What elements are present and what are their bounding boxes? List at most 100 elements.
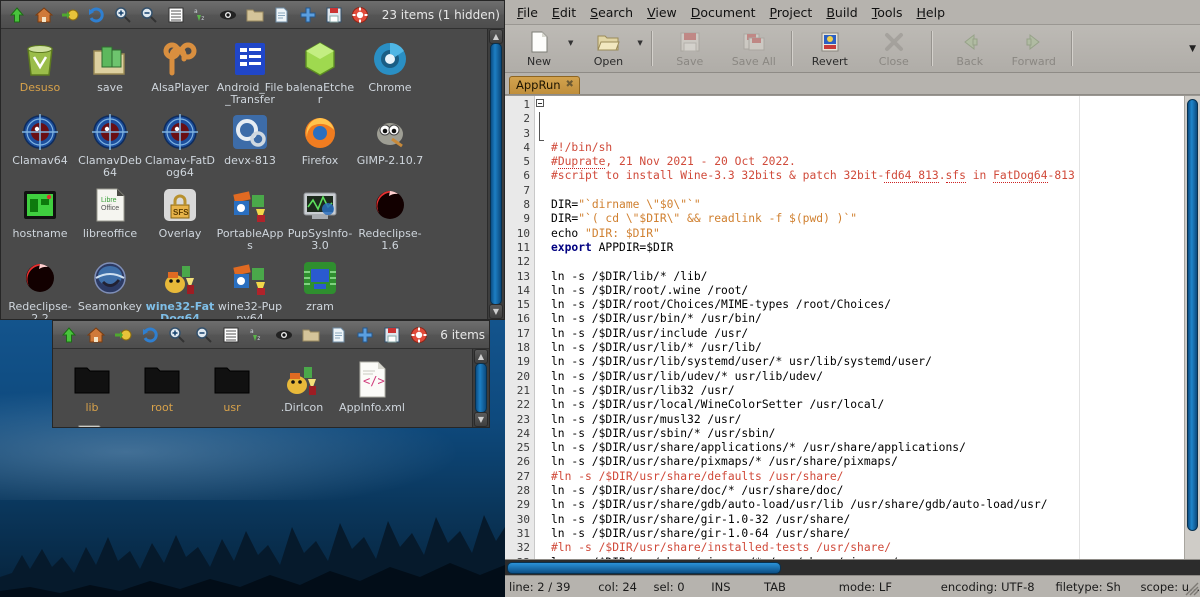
menu-edit[interactable]: Edit: [545, 2, 583, 23]
show-hidden-icon[interactable]: [272, 323, 297, 347]
refresh-icon[interactable]: [138, 323, 163, 347]
desktop-icon-usr[interactable]: usr: [197, 353, 267, 415]
menu-project[interactable]: Project: [763, 2, 820, 23]
tab-apprun[interactable]: AppRun ✖: [509, 76, 580, 94]
toolbar-save-all-button[interactable]: Save All: [722, 25, 786, 72]
sort-icon[interactable]: az: [245, 323, 270, 347]
menu-build[interactable]: Build: [819, 2, 864, 23]
toolbar-open-button[interactable]: Open: [576, 25, 640, 72]
code-line[interactable]: ln -s /$DIR/usr/lib32 /usr/: [551, 384, 1200, 398]
zoom-in-icon[interactable]: [165, 323, 190, 347]
add-icon[interactable]: [353, 323, 378, 347]
new-folder-icon[interactable]: [243, 3, 267, 27]
toolbar-close-button[interactable]: Close: [862, 25, 926, 72]
code-fold-margin[interactable]: [535, 96, 547, 559]
new-file-icon[interactable]: [326, 323, 351, 347]
desktop-icon-devx-813[interactable]: devx-813: [215, 106, 285, 179]
close-icon[interactable]: ✖: [566, 80, 574, 90]
scroll-up-arrow[interactable]: ▲: [474, 349, 488, 364]
file-manager-toolbar-apprun[interactable]: az 6 items: [53, 321, 489, 349]
code-line[interactable]: ln -s /$DIR/usr/sbin/* /usr/sbin/: [551, 427, 1200, 441]
desktop-icon-alsaplayer[interactable]: AlsaPlayer: [145, 33, 215, 106]
toolbar-revert-button[interactable]: Revert: [798, 25, 862, 72]
code-line[interactable]: ln -s /$DIR/usr/lib/udev/* usr/lib/udev/: [551, 370, 1200, 384]
code-line[interactable]: ln -s /$DIR/usr/bin/* /usr/bin/: [551, 312, 1200, 326]
desktop-icon-clamav-fatdog64[interactable]: Clamav-FatDog64: [145, 106, 215, 179]
code-line[interactable]: ln -s /$DIR/root/.wine /root/: [551, 284, 1200, 298]
scroll-down-arrow[interactable]: ▼: [474, 412, 488, 427]
new-file-icon[interactable]: [269, 3, 293, 27]
code-text[interactable]: #!/bin/sh #Duprate, 21 Nov 2021 - 20 Oct …: [547, 96, 1200, 559]
desktop-icon-wine32-puppy64[interactable]: wine32-Puppy64: [215, 252, 285, 319]
toolbar-new-button[interactable]: New: [507, 25, 571, 72]
code-line[interactable]: DIR="`( cd \"$DIR\" && readlink -f $(pwd…: [551, 212, 1200, 226]
code-line[interactable]: ln -s /$DIR/usr/lib/systemd/user/* usr/l…: [551, 355, 1200, 369]
code-line[interactable]: #ln -s /$DIR/usr/share/installed-tests /…: [551, 541, 1200, 555]
code-line[interactable]: ln -s /$DIR/usr/musl32 /usr/: [551, 413, 1200, 427]
resize-grip-icon[interactable]: [1185, 582, 1199, 596]
scroll-down-arrow[interactable]: ▼: [489, 304, 503, 319]
bookmarks-icon[interactable]: [111, 323, 136, 347]
toolbar-save-button[interactable]: Save: [658, 25, 722, 72]
save-icon[interactable]: [322, 3, 346, 27]
help-icon[interactable]: [406, 323, 431, 347]
desktop-icon-redeclipse-2-2[interactable]: Redeclipse-2.2: [5, 252, 75, 319]
home-icon[interactable]: [31, 3, 55, 27]
scrollbar-thumb[interactable]: [507, 562, 781, 574]
desktop-icon-apprun[interactable]: >_AppRun: [57, 415, 127, 427]
code-line[interactable]: ln -s /$DIR/usr/share/applications/* /us…: [551, 441, 1200, 455]
list-view-icon[interactable]: [218, 323, 243, 347]
scroll-up-arrow[interactable]: ▲: [489, 29, 503, 44]
code-line[interactable]: ln -s /$DIR/usr/share/doc/* /usr/share/d…: [551, 484, 1200, 498]
desktop-icon-desuso[interactable]: Desuso: [5, 33, 75, 106]
sort-icon[interactable]: az: [190, 3, 214, 27]
code-line[interactable]: echo "DIR: $DIR": [551, 227, 1200, 241]
file-manager-toolbar-main[interactable]: az 23 items (1 hidden): [1, 1, 504, 29]
bookmarks-icon[interactable]: [58, 3, 82, 27]
desktop-icon-wine32-fatdog64[interactable]: wine32-FatDog64: [145, 252, 215, 319]
scrollbar-thumb[interactable]: [475, 363, 487, 413]
add-icon[interactable]: [295, 3, 319, 27]
code-line[interactable]: DIR="`dirname \"$0\"`": [551, 198, 1200, 212]
menu-bar[interactable]: File Edit Search View Document Project Build To…: [505, 0, 1200, 25]
code-line[interactable]: ln -s /$DIR/usr/include /usr/: [551, 327, 1200, 341]
desktop-icon-firefox[interactable]: Firefox: [285, 106, 355, 179]
code-line[interactable]: #Duprate, 21 Nov 2021 - 20 Oct 2022.: [551, 155, 1200, 170]
code-line[interactable]: ln -s /$DIR/usr/local/WineColorSetter /u…: [551, 398, 1200, 412]
desktop-icon-appinfo-xml[interactable]: </> AppInfo.xml: [337, 353, 407, 415]
desktop-icon-clamav64[interactable]: Clamav64: [5, 106, 75, 179]
menu-tools[interactable]: Tools: [865, 2, 910, 23]
code-line[interactable]: ln -s /$DIR/usr/share/gdb/auto-load/usr/…: [551, 498, 1200, 512]
up-icon[interactable]: [57, 323, 82, 347]
code-line[interactable]: ln -s /$DIR/usr/share/gir-1.0-32 /usr/sh…: [551, 513, 1200, 527]
zoom-out-icon[interactable]: [137, 3, 161, 27]
file-manager-window-main[interactable]: az 23 items (1 hidden) Desuso save AlsaP…: [0, 0, 505, 320]
up-icon[interactable]: [5, 3, 29, 27]
desktop-icon-root[interactable]: root: [127, 353, 197, 415]
file-manager-scrollbar-apprun[interactable]: ▲ ▼: [472, 349, 489, 427]
menu-file[interactable]: File: [510, 2, 545, 23]
geany-editor-window[interactable]: File Edit Search View Document Project Build To…: [505, 0, 1200, 597]
desktop-icon-save[interactable]: save: [75, 33, 145, 106]
file-manager-scrollbar-main[interactable]: ▲ ▼: [487, 29, 504, 319]
document-tabstrip[interactable]: AppRun ✖: [505, 73, 1200, 95]
code-line[interactable]: [551, 184, 1200, 198]
menu-document[interactable]: Document: [684, 2, 763, 23]
desktop-icon-zram[interactable]: zram: [285, 252, 355, 319]
editor-horizontal-scrollbar[interactable]: [505, 559, 1200, 575]
desktop-icon-chrome[interactable]: Chrome: [355, 33, 425, 106]
code-line[interactable]: ln -s /$DIR/usr/share/pixmaps/* /usr/sha…: [551, 455, 1200, 469]
desktop-icon-clamavdeb64[interactable]: ClamavDeb64: [75, 106, 145, 179]
code-line[interactable]: #!/bin/sh: [551, 141, 1200, 155]
menu-view[interactable]: View: [640, 2, 684, 23]
help-icon[interactable]: [348, 3, 372, 27]
code-area[interactable]: 1 2 3 4 5 6 7 8 9 10 11 12 13 14 15 16 17 18 19 20 21 22 23 24 2…: [505, 95, 1200, 559]
toolbar-forward-button[interactable]: Forward: [1002, 25, 1066, 72]
zoom-in-icon[interactable]: [111, 3, 135, 27]
menu-search[interactable]: Search: [583, 2, 640, 23]
code-line[interactable]: #ln -s /$DIR/usr/share/defaults /usr/sha…: [551, 470, 1200, 484]
desktop-icon-diricon[interactable]: .DirIcon: [267, 353, 337, 415]
editor-toolbar[interactable]: New ▼ Open ▼ Save Save All Revert Close Back Forw…: [505, 25, 1200, 73]
desktop-icon-android-file-transfer[interactable]: Android_File_Transfer: [215, 33, 285, 106]
desktop-icon-pupsysinfo-3-0[interactable]: PupSysInfo-3.0: [285, 179, 355, 252]
